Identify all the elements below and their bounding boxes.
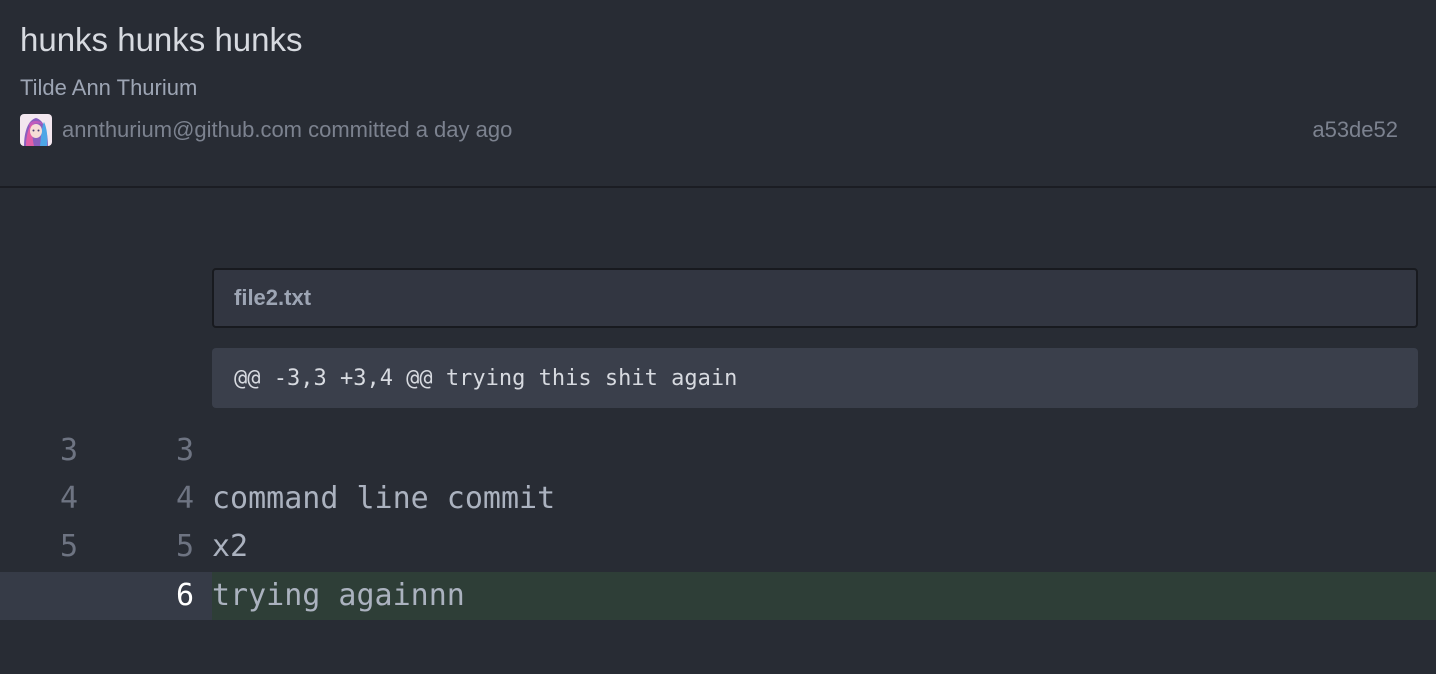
commit-sha[interactable]: a53de52 [1312, 114, 1398, 146]
commit-meta: annthurium@github.com committed a day ag… [20, 114, 512, 146]
line-content: command line commit [212, 481, 556, 516]
added-diff-line: 6 trying againnn [0, 572, 1436, 620]
line-content: x2 [212, 529, 249, 564]
new-line-number: 4 [175, 481, 194, 516]
diff-line: 4 4 command line commit [0, 475, 1436, 523]
commit-author: Tilde Ann Thurium [20, 75, 198, 100]
file-name: file2.txt [234, 285, 312, 310]
new-line-number: 3 [175, 433, 194, 468]
hunk-header-text: @@ -3,3 +3,4 @@ trying this shit again [234, 365, 738, 391]
hunk-header: @@ -3,3 +3,4 @@ trying this shit again [212, 348, 1418, 408]
line-content: trying againnn [212, 572, 1436, 620]
commit-title: hunks hunks hunks [20, 21, 303, 58]
new-line-number: 6 [175, 578, 194, 613]
line-content [212, 427, 1436, 475]
old-line-number: 4 [59, 481, 78, 516]
user-avatar-icon[interactable] [20, 114, 52, 146]
diff-line: 5 5 x2 [0, 523, 1436, 571]
old-line-number [0, 572, 78, 620]
new-line-number: 5 [175, 529, 194, 564]
commit-header: hunks hunks hunks Tilde Ann Thurium annt… [0, 0, 1436, 188]
old-line-number: 3 [59, 433, 78, 468]
diff-line: 3 3 [0, 427, 1436, 475]
old-line-number: 5 [59, 529, 78, 564]
file-header[interactable]: file2.txt [212, 268, 1418, 328]
commit-meta-text: annthurium@github.com committed a day ag… [62, 117, 513, 142]
